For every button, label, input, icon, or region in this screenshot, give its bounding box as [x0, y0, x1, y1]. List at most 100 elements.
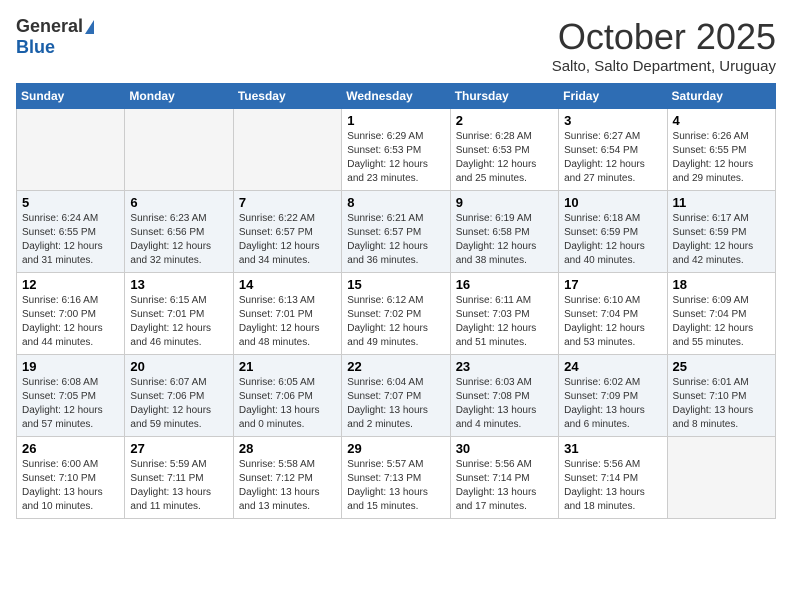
day-number: 30 [456, 441, 553, 456]
calendar-day-cell: 16Sunrise: 6:11 AMSunset: 7:03 PMDayligh… [450, 273, 558, 355]
day-number: 11 [673, 195, 770, 210]
calendar-week-row: 19 Sunrise: 6:08 AMSunset: 7:05 PMDayligh… [17, 355, 776, 437]
calendar-day-cell: 2Sunrise: 6:28 AMSunset: 6:53 PMDaylight… [450, 109, 558, 191]
day-info: Sunrise: 6:24 AMSunset: 6:55 PMDaylight:… [22, 212, 119, 268]
calendar-day-cell: 8 Sunrise: 6:21 AMSunset: 6:57 PMDaylight… [342, 191, 450, 273]
day-info: Sunrise: 6:19 AMSunset: 6:58 PMDaylight:… [456, 212, 553, 268]
day-info: Sunrise: 6:02 AMSunset: 7:09 PMDaylight:… [564, 376, 661, 432]
calendar-week-row: 12Sunrise: 6:16 AMSunset: 7:00 PMDayligh… [17, 273, 776, 355]
calendar-day-cell: 10 Sunrise: 6:18 AMSunset: 6:59 PMDayligh… [559, 191, 667, 273]
calendar-header-row: SundayMondayTuesdayWednesdayThursdayFrid… [17, 84, 776, 109]
day-number: 21 [239, 359, 336, 374]
day-number: 28 [239, 441, 336, 456]
day-info: Sunrise: 6:03 AMSunset: 7:08 PMDaylight:… [456, 376, 553, 432]
day-number: 2 [456, 113, 553, 128]
day-number: 19 [22, 359, 119, 374]
day-number: 7 [239, 195, 336, 210]
day-number: 8 [347, 195, 444, 210]
day-number: 3 [564, 113, 661, 128]
day-info: Sunrise: 6:01 AMSunset: 7:10 PMDaylight:… [673, 376, 770, 432]
day-info: Sunrise: 6:08 AMSunset: 7:05 PMDaylight:… [22, 376, 119, 432]
month-title: October 2025 [552, 16, 776, 58]
day-info: Sunrise: 6:11 AMSunset: 7:03 PMDaylight:… [456, 294, 553, 350]
calendar-day-cell: 11 Sunrise: 6:17 AMSunset: 6:59 PMDayligh… [667, 191, 775, 273]
calendar-day-cell: 31 Sunrise: 5:56 AMSunset: 7:14 PMDayligh… [559, 437, 667, 519]
day-number: 14 [239, 277, 336, 292]
day-number: 20 [130, 359, 227, 374]
day-info: Sunrise: 5:59 AMSunset: 7:11 PMDaylight:… [130, 458, 227, 514]
day-info: Sunrise: 6:15 AMSunset: 7:01 PMDaylight:… [130, 294, 227, 350]
calendar-day-cell: 21Sunrise: 6:05 AMSunset: 7:06 PMDayligh… [233, 355, 341, 437]
calendar-table: SundayMondayTuesdayWednesdayThursdayFrid… [16, 83, 776, 519]
calendar-week-row: 1 Sunrise: 6:29 AMSunset: 6:53 PMDaylight… [17, 109, 776, 191]
day-info: Sunrise: 6:12 AMSunset: 7:02 PMDaylight:… [347, 294, 444, 350]
day-info: Sunrise: 6:13 AMSunset: 7:01 PMDaylight:… [239, 294, 336, 350]
header-sunday: Sunday [17, 84, 125, 109]
day-number: 15 [347, 277, 444, 292]
calendar-day-cell: 12Sunrise: 6:16 AMSunset: 7:00 PMDayligh… [17, 273, 125, 355]
calendar-week-row: 5 Sunrise: 6:24 AMSunset: 6:55 PMDaylight… [17, 191, 776, 273]
day-info: Sunrise: 6:10 AMSunset: 7:04 PMDaylight:… [564, 294, 661, 350]
day-number: 6 [130, 195, 227, 210]
logo-blue-text: Blue [16, 37, 55, 58]
day-number: 31 [564, 441, 661, 456]
header-monday: Monday [125, 84, 233, 109]
calendar-day-cell: 28Sunrise: 5:58 AMSunset: 7:12 PMDayligh… [233, 437, 341, 519]
calendar-day-cell: 6Sunrise: 6:23 AMSunset: 6:56 PMDaylight… [125, 191, 233, 273]
calendar-day-cell: 25 Sunrise: 6:01 AMSunset: 7:10 PMDayligh… [667, 355, 775, 437]
day-info: Sunrise: 6:29 AMSunset: 6:53 PMDaylight:… [347, 130, 444, 186]
calendar-day-cell: 26 Sunrise: 6:00 AMSunset: 7:10 PMDayligh… [17, 437, 125, 519]
day-info: Sunrise: 6:17 AMSunset: 6:59 PMDaylight:… [673, 212, 770, 268]
day-number: 23 [456, 359, 553, 374]
calendar-day-cell: 9 Sunrise: 6:19 AMSunset: 6:58 PMDaylight… [450, 191, 558, 273]
calendar-day-cell: 4 Sunrise: 6:26 AMSunset: 6:55 PMDaylight… [667, 109, 775, 191]
day-number: 29 [347, 441, 444, 456]
day-info: Sunrise: 6:07 AMSunset: 7:06 PMDaylight:… [130, 376, 227, 432]
logo: General Blue [16, 16, 94, 58]
calendar-day-cell: 18 Sunrise: 6:09 AMSunset: 7:04 PMDayligh… [667, 273, 775, 355]
calendar-day-cell: 17Sunrise: 6:10 AMSunset: 7:04 PMDayligh… [559, 273, 667, 355]
location-subtitle: Salto, Salto Department, Uruguay [552, 58, 776, 75]
calendar-day-cell [233, 109, 341, 191]
day-number: 4 [673, 113, 770, 128]
calendar-week-row: 26 Sunrise: 6:00 AMSunset: 7:10 PMDayligh… [17, 437, 776, 519]
day-number: 12 [22, 277, 119, 292]
calendar-day-cell: 15 Sunrise: 6:12 AMSunset: 7:02 PMDayligh… [342, 273, 450, 355]
calendar-day-cell: 5 Sunrise: 6:24 AMSunset: 6:55 PMDaylight… [17, 191, 125, 273]
calendar-day-cell: 20 Sunrise: 6:07 AMSunset: 7:06 PMDayligh… [125, 355, 233, 437]
title-section: October 2025 Salto, Salto Department, Ur… [552, 16, 776, 75]
calendar-day-cell: 13Sunrise: 6:15 AMSunset: 7:01 PMDayligh… [125, 273, 233, 355]
day-info: Sunrise: 6:26 AMSunset: 6:55 PMDaylight:… [673, 130, 770, 186]
calendar-day-cell: 29Sunrise: 5:57 AMSunset: 7:13 PMDayligh… [342, 437, 450, 519]
header-wednesday: Wednesday [342, 84, 450, 109]
calendar-day-cell: 30 Sunrise: 5:56 AMSunset: 7:14 PMDayligh… [450, 437, 558, 519]
header-friday: Friday [559, 84, 667, 109]
day-number: 5 [22, 195, 119, 210]
day-info: Sunrise: 6:04 AMSunset: 7:07 PMDaylight:… [347, 376, 444, 432]
day-info: Sunrise: 6:00 AMSunset: 7:10 PMDaylight:… [22, 458, 119, 514]
calendar-day-cell [125, 109, 233, 191]
day-number: 10 [564, 195, 661, 210]
day-info: Sunrise: 6:27 AMSunset: 6:54 PMDaylight:… [564, 130, 661, 186]
day-info: Sunrise: 6:18 AMSunset: 6:59 PMDaylight:… [564, 212, 661, 268]
day-number: 25 [673, 359, 770, 374]
day-number: 1 [347, 113, 444, 128]
day-number: 9 [456, 195, 553, 210]
day-number: 26 [22, 441, 119, 456]
header-saturday: Saturday [667, 84, 775, 109]
calendar-day-cell: 3 Sunrise: 6:27 AMSunset: 6:54 PMDaylight… [559, 109, 667, 191]
day-info: Sunrise: 6:21 AMSunset: 6:57 PMDaylight:… [347, 212, 444, 268]
calendar-day-cell: 19 Sunrise: 6:08 AMSunset: 7:05 PMDayligh… [17, 355, 125, 437]
day-info: Sunrise: 5:56 AMSunset: 7:14 PMDaylight:… [456, 458, 553, 514]
day-info: Sunrise: 5:56 AMSunset: 7:14 PMDaylight:… [564, 458, 661, 514]
calendar-day-cell: 7Sunrise: 6:22 AMSunset: 6:57 PMDaylight… [233, 191, 341, 273]
calendar-day-cell: 23 Sunrise: 6:03 AMSunset: 7:08 PMDayligh… [450, 355, 558, 437]
calendar-day-cell [667, 437, 775, 519]
logo-general-text: General [16, 16, 83, 37]
day-number: 18 [673, 277, 770, 292]
day-number: 22 [347, 359, 444, 374]
calendar-day-cell: 22 Sunrise: 6:04 AMSunset: 7:07 PMDayligh… [342, 355, 450, 437]
calendar-day-cell: 14 Sunrise: 6:13 AMSunset: 7:01 PMDayligh… [233, 273, 341, 355]
calendar-day-cell: 27Sunrise: 5:59 AMSunset: 7:11 PMDayligh… [125, 437, 233, 519]
day-info: Sunrise: 6:09 AMSunset: 7:04 PMDaylight:… [673, 294, 770, 350]
